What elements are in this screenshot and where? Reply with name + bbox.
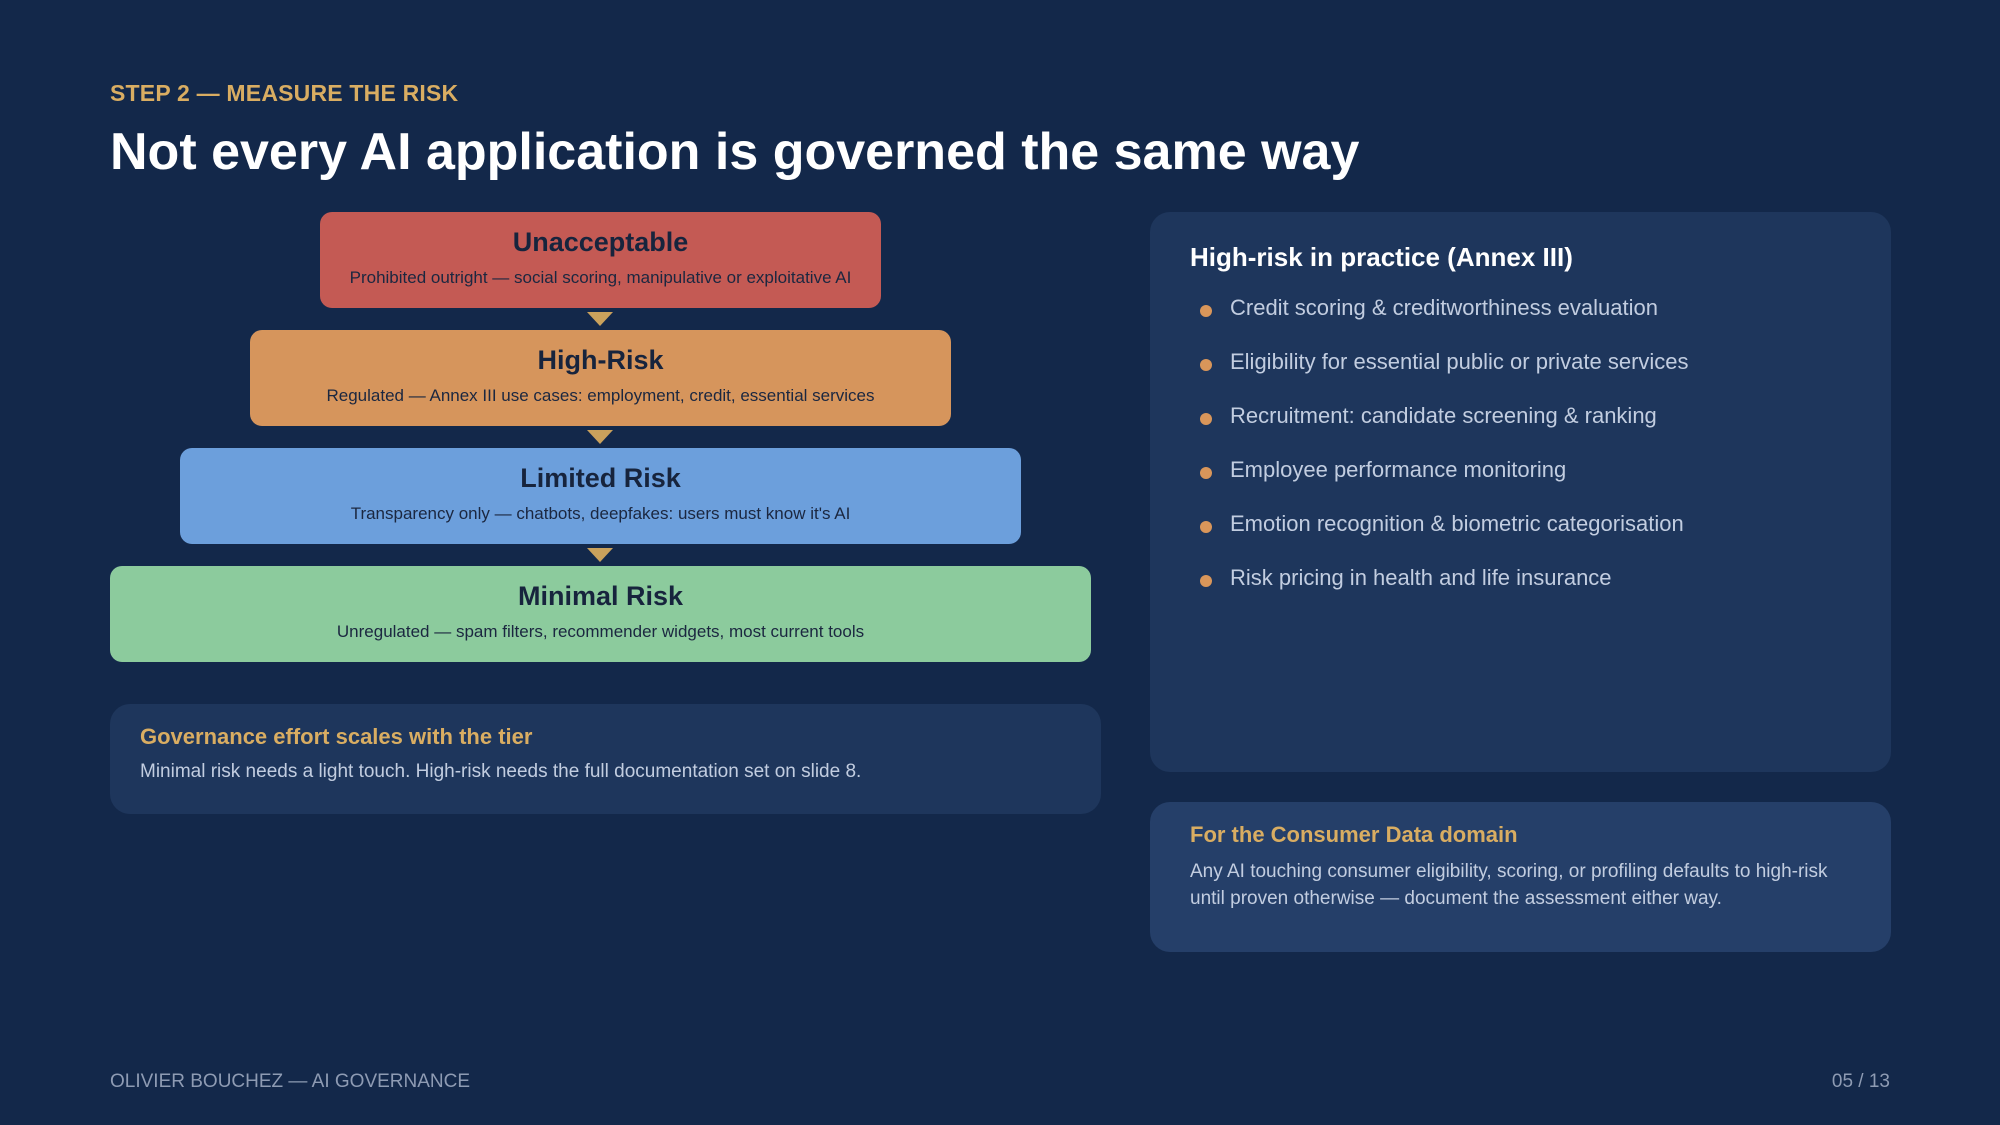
footer-author: OLIVIER BOUCHEZ — AI GOVERNANCE xyxy=(110,1071,471,1092)
step-kicker: STEP 2 — MEASURE THE RISK xyxy=(110,80,459,106)
annex-iii-list: Credit scoring & creditworthiness evalua… xyxy=(1190,295,1851,619)
down-arrow-icon xyxy=(587,312,613,326)
tier-minimal-risk: Minimal Risk Unregulated — spam filters,… xyxy=(110,566,1091,662)
slide: STEP 2 — MEASURE THE RISK Not every AI a… xyxy=(0,0,2000,1125)
list-item: Risk pricing in health and life insuranc… xyxy=(1190,565,1851,619)
list-item: Employee performance monitoring xyxy=(1190,457,1851,511)
down-arrow-icon xyxy=(587,548,613,562)
list-item-text: Eligibility for essential public or priv… xyxy=(1230,349,1689,374)
page-title: Not every AI application is governed the… xyxy=(110,123,1360,181)
list-item: Recruitment: candidate screening & ranki… xyxy=(1190,403,1851,457)
bullet-dot-icon xyxy=(1200,413,1212,425)
list-item-text: Credit scoring & creditworthiness evalua… xyxy=(1230,295,1658,320)
list-item-text: Recruitment: candidate screening & ranki… xyxy=(1230,403,1657,428)
card-heading: For the Consumer Data domain xyxy=(1190,822,1518,847)
tier-name: High-Risk xyxy=(537,345,664,375)
bullet-dot-icon xyxy=(1200,521,1212,533)
list-item-text: Risk pricing in health and life insuranc… xyxy=(1230,565,1612,590)
tier-description: Unregulated — spam filters, recommender … xyxy=(336,622,865,641)
bullet-dot-icon xyxy=(1200,305,1212,317)
tier-high-risk: High-Risk Regulated — Annex III use case… xyxy=(250,330,951,426)
list-item: Eligibility for essential public or priv… xyxy=(1190,349,1851,403)
tier-description: Prohibited outright — social scoring, ma… xyxy=(349,268,852,287)
list-item-text: Employee performance monitoring xyxy=(1230,457,1567,482)
card-heading: High-risk in practice (Annex III) xyxy=(1190,242,1573,272)
tier-name: Unacceptable xyxy=(512,227,689,257)
card-body: Any AI touching consumer eligibility, sc… xyxy=(1190,861,1828,909)
tier-name: Minimal Risk xyxy=(517,581,684,611)
card-heading: Governance effort scales with the tier xyxy=(140,724,533,749)
tier-limited-risk: Limited Risk Transparency only — chatbot… xyxy=(180,448,1021,544)
list-item-text: Emotion recognition & biometric categori… xyxy=(1230,511,1684,536)
tier-description: Transparency only — chatbots, deepfakes:… xyxy=(350,504,851,523)
card-body: Minimal risk needs a light touch. High-r… xyxy=(140,761,862,782)
list-item: Credit scoring & creditworthiness evalua… xyxy=(1190,295,1851,349)
governance-card: Governance effort scales with the tier M… xyxy=(110,704,1101,814)
consumer-data-card: For the Consumer Data domain Any AI touc… xyxy=(1150,802,1891,952)
bullet-dot-icon xyxy=(1200,575,1212,587)
down-arrow-icon xyxy=(587,430,613,444)
bullet-dot-icon xyxy=(1200,359,1212,371)
list-item: Emotion recognition & biometric categori… xyxy=(1190,511,1851,565)
tier-description: Regulated — Annex III use cases: employm… xyxy=(326,386,875,405)
bullet-dot-icon xyxy=(1200,467,1212,479)
tier-unacceptable: Unacceptable Prohibited outright — socia… xyxy=(320,212,881,308)
tier-name: Limited Risk xyxy=(520,463,681,493)
page-number: 05 / 13 xyxy=(1831,1071,1890,1092)
practice-card: High-risk in practice (Annex III) Credit… xyxy=(1150,212,1891,772)
